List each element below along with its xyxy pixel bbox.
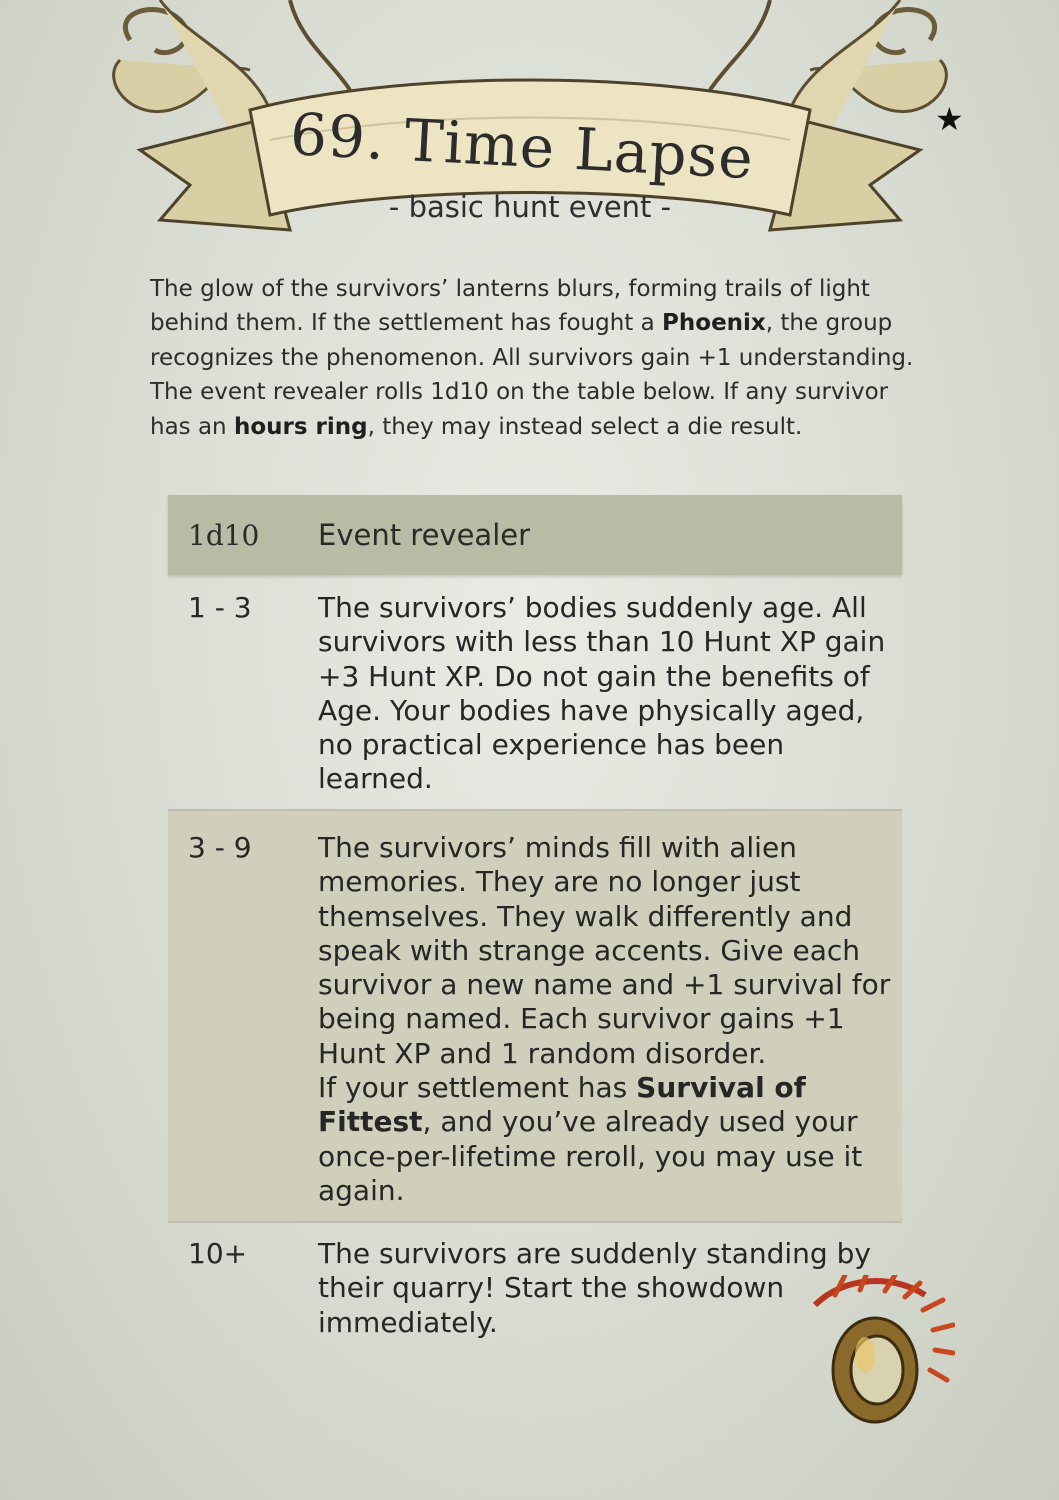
page-subtitle: - basic hunt event - <box>388 190 672 224</box>
table-row: 10+ The survivors are suddenly standing … <box>168 1223 902 1340</box>
header-event: Event revealer <box>318 518 531 552</box>
table-row: 1 - 3 The survivors’ bodies suddenly age… <box>168 575 902 809</box>
hours-ring-icon <box>805 1270 956 1430</box>
row-text: The survivors’ bodies suddenly age. All … <box>318 591 886 796</box>
row-roll: 10+ <box>188 1237 248 1270</box>
row-text-part2: If your settlement has <box>318 1071 637 1105</box>
star-icon: ★ <box>935 100 964 138</box>
hours-ring-keyword: hours ring <box>233 413 368 440</box>
intro-text-3: , they may instead select a die result. <box>367 413 803 440</box>
table-header: 1d10 Event revealer <box>168 495 902 575</box>
row-text-part1: The survivors’ minds fill with alien mem… <box>318 831 891 1070</box>
row-text: The survivors’ minds fill with alien mem… <box>318 831 902 1221</box>
phoenix-keyword: Phoenix <box>662 310 766 337</box>
header-roll: 1d10 <box>188 518 260 552</box>
intro-paragraph: The glow of the survivors’ lanterns blur… <box>150 272 920 444</box>
table-row: 3 - 9 The survivors’ minds fill with ali… <box>168 809 902 1223</box>
row-roll: 3 - 9 <box>188 831 252 864</box>
row-roll: 1 - 3 <box>188 591 252 624</box>
event-table: 1d10 Event revealer 1 - 3 The survivors’… <box>168 495 902 1340</box>
